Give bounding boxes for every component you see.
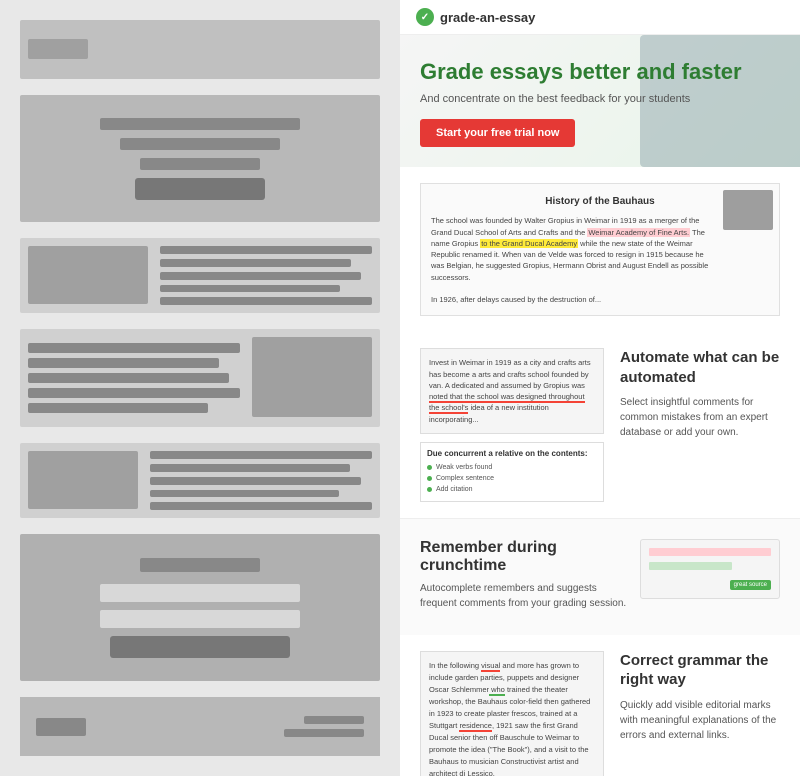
- wf-password-input: [100, 610, 300, 628]
- history-highlight1: Weimar Academy of Fine Arts.: [587, 228, 690, 237]
- automate-underline: noted that the school was designed throu…: [429, 392, 585, 414]
- wf-tl1: [160, 246, 372, 254]
- history-section: History of the Bauhaus The school was fo…: [400, 167, 800, 332]
- wf-hero: [20, 95, 380, 222]
- grammar-mark3: residence: [459, 721, 492, 732]
- logo-icon: [416, 8, 434, 26]
- wf-hero-line2: [120, 138, 280, 150]
- automate-doc-text: Invest in Weimar in 1919 as a city and c…: [429, 357, 595, 425]
- hero-title: Grade essays better and faster: [420, 59, 780, 85]
- wf-l3: [150, 477, 361, 485]
- automate-item-text3: Add citation: [436, 486, 473, 493]
- wf-email-input: [100, 584, 300, 602]
- grammar-section: In the following visual and more has gro…: [400, 635, 800, 776]
- automate-item-2: Complex sentence: [427, 473, 597, 484]
- remember-tag: great source: [730, 580, 771, 590]
- grammar-title: Correct grammar the right way: [620, 651, 780, 690]
- wf-feature-img: [252, 337, 372, 417]
- wf-content1: [20, 238, 380, 313]
- wf-tl4: [160, 285, 340, 293]
- grammar-desc: Quickly add visible editorial marks with…: [620, 698, 780, 743]
- automate-desc: Select insightful comments for common mi…: [620, 395, 780, 440]
- hero-subtitle: And concentrate on the best feedback for…: [420, 93, 780, 105]
- wf-fl2: [28, 358, 219, 368]
- wf-tl2: [160, 259, 351, 267]
- automate-item-text2: Complex sentence: [436, 475, 494, 482]
- wf-lines1: [160, 246, 372, 305]
- site-panel[interactable]: grade-an-essay Grade essays better and f…: [400, 0, 800, 776]
- wf-l2: [150, 464, 350, 472]
- wf-fl3: [28, 373, 229, 383]
- wf-signup-title: [140, 558, 260, 572]
- wf-signup: [20, 534, 380, 681]
- site-hero-section: Grade essays better and faster And conce…: [400, 35, 800, 167]
- wf-footer-links: [284, 716, 364, 737]
- automate-panel-title: Due concurrent a relative on the content…: [427, 449, 597, 458]
- history-image: [723, 190, 773, 230]
- wf-footer-logo: [36, 718, 86, 736]
- wf-fl5: [28, 403, 208, 413]
- history-title: History of the Bauhaus: [431, 194, 769, 209]
- automate-panel: Due concurrent a relative on the content…: [420, 442, 604, 502]
- hero-cta-button[interactable]: Start your free trial now: [420, 119, 575, 147]
- automate-title: Automate what can be automated: [620, 348, 780, 387]
- automate-dot1: [427, 465, 432, 470]
- wireframe-panel: [0, 0, 400, 776]
- grammar-mark1: visual: [481, 661, 500, 672]
- wf-hero-btn: [135, 178, 265, 200]
- wf-fl4: [28, 388, 240, 398]
- automate-item-text1: Weak verbs found: [436, 464, 492, 471]
- wf-footer-line1: [304, 716, 364, 724]
- grammar-right: Correct grammar the right way Quickly ad…: [620, 651, 780, 743]
- site-nav: grade-an-essay: [400, 0, 800, 35]
- site-logo: grade-an-essay: [416, 8, 535, 26]
- history-highlight2: to the Grand Ducal Academy: [480, 239, 578, 248]
- history-content: History of the Bauhaus The school was fo…: [420, 183, 780, 316]
- wf-lines2: [150, 451, 372, 510]
- automate-doc: Invest in Weimar in 1919 as a city and c…: [420, 348, 604, 434]
- wf-hero-line1: [100, 118, 300, 130]
- automate-dot2: [427, 476, 432, 481]
- automate-right: Automate what can be automated Select in…: [620, 348, 780, 440]
- grammar-left: In the following visual and more has gro…: [420, 651, 604, 776]
- automate-dot3: [427, 487, 432, 492]
- grammar-mark2: who: [489, 685, 505, 696]
- automate-item-3: Add citation: [427, 484, 597, 495]
- wf-tl5: [160, 297, 372, 305]
- wf-img1: [28, 246, 148, 304]
- wf-header: [20, 20, 380, 79]
- automate-item-1: Weak verbs found: [427, 462, 597, 473]
- wf-hero-line3: [140, 158, 260, 170]
- logo-text: grade-an-essay: [440, 10, 535, 25]
- wf-l5: [150, 502, 372, 510]
- wf-footer-line2: [284, 729, 364, 737]
- wf-l4: [150, 490, 339, 498]
- remember-highlight2: [649, 562, 732, 570]
- wf-footer: [20, 697, 380, 756]
- wf-feature-lines: [28, 337, 240, 419]
- automate-left: Invest in Weimar in 1919 as a city and c…: [420, 348, 604, 502]
- wf-logo-placeholder: [28, 39, 88, 59]
- grammar-doc: In the following visual and more has gro…: [420, 651, 604, 776]
- remember-section: great source Remember during crunchtime …: [400, 518, 800, 635]
- wf-feature1: [20, 329, 380, 427]
- wf-signup-btn: [110, 636, 290, 658]
- wf-tl3: [160, 272, 361, 280]
- wf-l1: [150, 451, 372, 459]
- grammar-doc-text: In the following visual and more has gro…: [429, 660, 595, 776]
- automate-section: Invest in Weimar in 1919 as a city and c…: [400, 332, 800, 518]
- wf-img2: [28, 451, 138, 509]
- wf-content2: [20, 443, 380, 518]
- wf-fl1: [28, 343, 240, 353]
- remember-image-preview: great source: [640, 539, 780, 599]
- remember-highlight1: [649, 548, 771, 556]
- history-body: The school was founded by Walter Gropius…: [431, 215, 769, 305]
